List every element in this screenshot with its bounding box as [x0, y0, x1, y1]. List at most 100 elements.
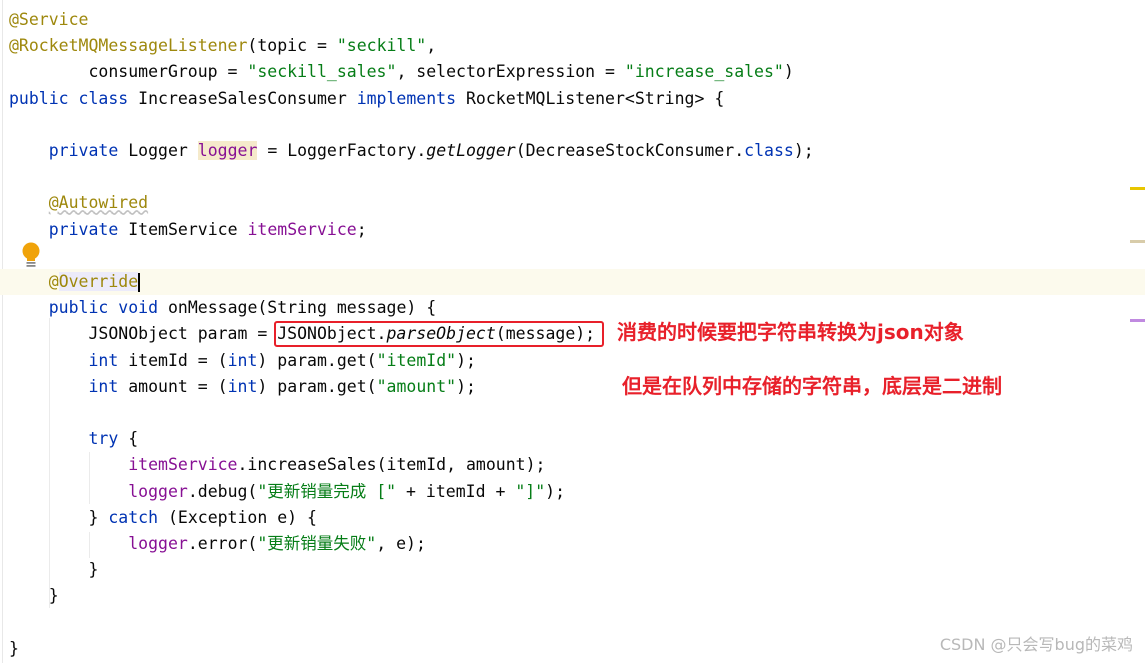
code-token: int — [88, 350, 129, 370]
code-token: ) param.get( — [257, 350, 377, 370]
code-token: = LoggerFactory. — [257, 141, 427, 160]
code-token: "更新销量失败" — [257, 534, 377, 553]
code-token: ; — [356, 219, 367, 239]
code-token: ); — [793, 141, 814, 160]
code-line[interactable]: private Logger logger = LoggerFactory.ge… — [9, 138, 814, 164]
code-token: RocketMQListener<String> { — [465, 88, 725, 108]
code-line[interactable]: } catch (Exception e) { — [9, 505, 317, 531]
code-line[interactable]: logger.debug("更新销量完成 [" + itemId + "]"); — [9, 479, 565, 505]
code-token: + itemId + — [396, 481, 516, 501]
code-token: int — [88, 376, 129, 396]
code-line[interactable]: consumerGroup = "seckill_sales", selecto… — [9, 59, 794, 85]
code-token: "itemId" — [376, 350, 457, 370]
code-token: } — [9, 638, 19, 658]
code-token: itemService — [247, 219, 357, 239]
code-token: ) — [783, 62, 794, 82]
lightbulb-icon[interactable] — [21, 242, 41, 270]
code-line[interactable]: itemService.increaseSales(itemId, amount… — [9, 452, 545, 478]
code-token: { — [128, 429, 139, 449]
code-token: Override — [58, 272, 139, 291]
code-token: Logger — [128, 141, 198, 160]
code-token: ); — [456, 350, 476, 370]
code-token: consumerGroup = — [9, 62, 248, 82]
code-token: class — [744, 141, 794, 160]
code-token: int — [227, 376, 258, 396]
highlight-box — [274, 321, 604, 347]
code-token: @Autowired — [48, 193, 149, 213]
code-token: logger — [128, 534, 188, 553]
code-token: getLogger — [426, 141, 516, 160]
scrollbar-marker-warning[interactable] — [1130, 187, 1145, 190]
code-token: "seckill" — [336, 36, 427, 56]
text-caret — [138, 273, 141, 292]
code-token: } — [9, 507, 109, 527]
code-token: itemService — [128, 455, 238, 475]
code-token: amount = ( — [128, 376, 228, 396]
code-token: private — [48, 219, 129, 239]
code-editor[interactable]: @Service @RocketMQMessageListener(topic =… — [0, 0, 1145, 663]
code-line[interactable]: logger.error("更新销量失败", e); — [9, 531, 426, 557]
code-token: implements — [356, 88, 466, 108]
code-token: public void — [48, 298, 168, 318]
code-token: private — [48, 141, 129, 160]
code-token: logger — [197, 141, 258, 160]
code-token: logger — [128, 481, 188, 501]
code-token: @ — [48, 272, 59, 291]
scrollbar-marker-info[interactable] — [1130, 319, 1145, 322]
code-line[interactable]: int amount = (int) param.get("amount"); — [9, 374, 476, 400]
scrollbar-marker-weak-warning[interactable] — [1130, 240, 1145, 243]
code-line[interactable]: public void onMessage(String message) { — [9, 295, 436, 321]
code-token: ItemService — [128, 219, 248, 239]
code-line[interactable]: try { — [9, 426, 138, 452]
code-token: .increaseSales(itemId, amount); — [237, 455, 546, 475]
code-line[interactable]: } — [9, 583, 59, 609]
code-token: try — [88, 429, 129, 449]
code-token: .debug( — [187, 481, 258, 501]
current-line-highlight — [0, 269, 1145, 295]
code-token: (DecreaseStockConsumer. — [515, 141, 745, 160]
code-token: itemId = ( — [128, 350, 228, 370]
code-line[interactable]: @Override — [9, 269, 141, 295]
code-line[interactable]: public class IncreaseSalesConsumer imple… — [9, 86, 724, 112]
code-line[interactable]: } — [9, 557, 98, 583]
code-line[interactable]: } — [9, 636, 19, 662]
code-line[interactable]: private ItemService itemService; — [9, 217, 367, 243]
annotation-note-2: 但是在队列中存储的字符串，底层是二进制 — [622, 374, 1002, 398]
code-token: ); — [545, 481, 566, 501]
gutter-border — [2, 0, 3, 663]
code-token: "]" — [515, 481, 546, 501]
code-token: } — [9, 586, 59, 606]
code-token: , — [426, 36, 437, 56]
code-token: onMessage(String message) { — [167, 298, 437, 318]
code-token: "increase_sales" — [624, 62, 784, 82]
code-token: (Exception e) { — [167, 507, 317, 527]
code-token: .error( — [187, 534, 258, 553]
watermark: CSDN @只会写bug的菜鸡 — [939, 635, 1133, 654]
code-line[interactable]: int itemId = (int) param.get("itemId"); — [9, 348, 476, 374]
code-token: , e); — [376, 534, 426, 553]
code-token: IncreaseSalesConsumer — [138, 88, 357, 108]
code-token: "seckill_sales" — [247, 62, 397, 82]
code-line[interactable]: @Autowired — [9, 190, 148, 216]
code-token: (topic = — [247, 36, 337, 56]
code-line[interactable]: @RocketMQMessageListener(topic = "seckil… — [9, 33, 436, 59]
code-token: "amount" — [376, 376, 457, 396]
code-token: } — [9, 560, 99, 580]
code-token: ); — [456, 376, 476, 396]
annotation-note-1: 消费的时候要把字符串转换为json对象 — [617, 320, 964, 344]
code-token: public class — [9, 88, 139, 108]
code-token: catch — [108, 507, 168, 527]
code-token: "更新销量完成 [" — [257, 481, 397, 501]
code-line[interactable]: @Service — [9, 7, 88, 33]
